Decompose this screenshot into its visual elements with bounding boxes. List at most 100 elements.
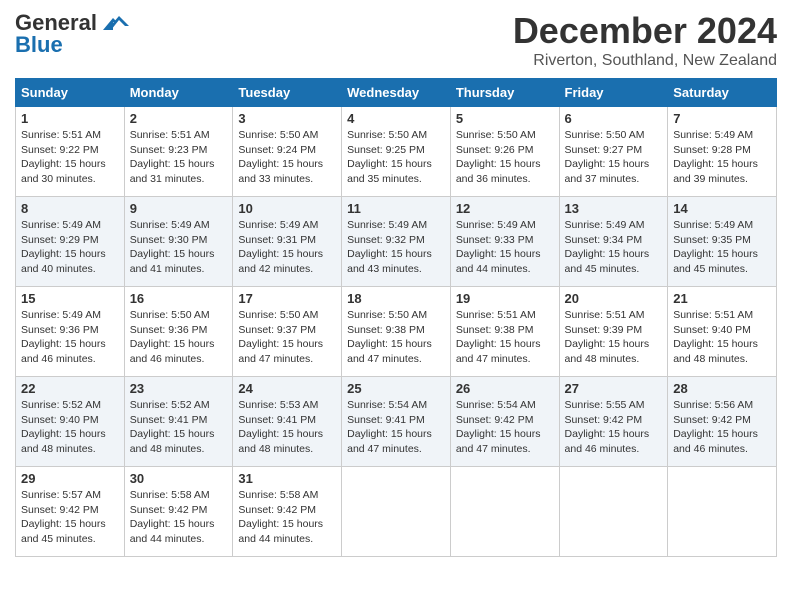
day-info: Sunrise: 5:52 AMSunset: 9:40 PMDaylight:… bbox=[21, 399, 106, 455]
day-info: Sunrise: 5:55 AMSunset: 9:42 PMDaylight:… bbox=[565, 399, 650, 455]
day-cell: 5 Sunrise: 5:50 AMSunset: 9:26 PMDaylight… bbox=[450, 107, 559, 197]
day-number: 11 bbox=[347, 201, 445, 216]
day-number: 28 bbox=[673, 381, 771, 396]
day-number: 20 bbox=[565, 291, 663, 306]
day-number: 14 bbox=[673, 201, 771, 216]
day-info: Sunrise: 5:51 AMSunset: 9:40 PMDaylight:… bbox=[673, 309, 758, 365]
header-cell-monday: Monday bbox=[124, 79, 233, 107]
day-cell: 24Sunrise: 5:53 AMSunset: 9:41 PMDayligh… bbox=[233, 377, 342, 467]
day-number: 27 bbox=[565, 381, 663, 396]
day-info: Sunrise: 5:50 AMSunset: 9:24 PMDaylight:… bbox=[238, 129, 323, 185]
day-cell: 29 Sunrise: 5:57 AMSunset: 9:42 PMDayligh… bbox=[16, 467, 125, 557]
day-cell: 16Sunrise: 5:50 AMSunset: 9:36 PMDayligh… bbox=[124, 287, 233, 377]
day-number: 26 bbox=[456, 381, 554, 396]
day-cell: 31 Sunrise: 5:58 AMSunset: 9:42 PMDayligh… bbox=[233, 467, 342, 557]
day-number: 12 bbox=[456, 201, 554, 216]
day-info: Sunrise: 5:52 AMSunset: 9:41 PMDaylight:… bbox=[130, 399, 215, 455]
day-cell: 27 Sunrise: 5:55 AMSunset: 9:42 PMDayligh… bbox=[559, 377, 668, 467]
day-cell: 21 Sunrise: 5:51 AMSunset: 9:40 PMDayligh… bbox=[668, 287, 777, 377]
day-cell: 18 Sunrise: 5:50 AMSunset: 9:38 PMDayligh… bbox=[342, 287, 451, 377]
day-number: 16 bbox=[130, 291, 228, 306]
calendar-table: SundayMondayTuesdayWednesdayThursdayFrid… bbox=[15, 78, 777, 557]
day-number: 29 bbox=[21, 471, 119, 486]
header-cell-friday: Friday bbox=[559, 79, 668, 107]
day-cell: 17Sunrise: 5:50 AMSunset: 9:37 PMDayligh… bbox=[233, 287, 342, 377]
day-info: Sunrise: 5:50 AMSunset: 9:25 PMDaylight:… bbox=[347, 129, 432, 185]
day-info: Sunrise: 5:51 AMSunset: 9:38 PMDaylight:… bbox=[456, 309, 541, 365]
day-info: Sunrise: 5:51 AMSunset: 9:39 PMDaylight:… bbox=[565, 309, 650, 365]
week-row-1: 1Sunrise: 5:51 AMSunset: 9:22 PMDaylight… bbox=[16, 107, 777, 197]
day-number: 18 bbox=[347, 291, 445, 306]
day-cell: 19 Sunrise: 5:51 AMSunset: 9:38 PMDayligh… bbox=[450, 287, 559, 377]
day-number: 8 bbox=[21, 201, 119, 216]
day-number: 24 bbox=[238, 381, 336, 396]
header-cell-saturday: Saturday bbox=[668, 79, 777, 107]
day-info: Sunrise: 5:57 AMSunset: 9:42 PMDaylight:… bbox=[21, 489, 106, 545]
day-number: 19 bbox=[456, 291, 554, 306]
day-number: 23 bbox=[130, 381, 228, 396]
week-row-4: 22 Sunrise: 5:52 AMSunset: 9:40 PMDayligh… bbox=[16, 377, 777, 467]
day-cell: 26 Sunrise: 5:54 AMSunset: 9:42 PMDayligh… bbox=[450, 377, 559, 467]
day-info: Sunrise: 5:51 AMSunset: 9:23 PMDaylight:… bbox=[130, 129, 215, 185]
day-info: Sunrise: 5:49 AMSunset: 9:32 PMDaylight:… bbox=[347, 219, 432, 275]
title-area: December 2024 Riverton, Southland, New Z… bbox=[513, 10, 777, 70]
day-cell bbox=[450, 467, 559, 557]
day-info: Sunrise: 5:50 AMSunset: 9:26 PMDaylight:… bbox=[456, 129, 541, 185]
calendar-header: SundayMondayTuesdayWednesdayThursdayFrid… bbox=[16, 79, 777, 107]
day-info: Sunrise: 5:58 AMSunset: 9:42 PMDaylight:… bbox=[130, 489, 215, 545]
day-info: Sunrise: 5:51 AMSunset: 9:22 PMDaylight:… bbox=[21, 129, 106, 185]
day-info: Sunrise: 5:49 AMSunset: 9:35 PMDaylight:… bbox=[673, 219, 758, 275]
day-cell: 22 Sunrise: 5:52 AMSunset: 9:40 PMDayligh… bbox=[16, 377, 125, 467]
day-info: Sunrise: 5:50 AMSunset: 9:38 PMDaylight:… bbox=[347, 309, 432, 365]
day-cell: 6 Sunrise: 5:50 AMSunset: 9:27 PMDaylight… bbox=[559, 107, 668, 197]
day-cell: 30 Sunrise: 5:58 AMSunset: 9:42 PMDayligh… bbox=[124, 467, 233, 557]
day-cell: 12 Sunrise: 5:49 AMSunset: 9:33 PMDayligh… bbox=[450, 197, 559, 287]
day-cell: 7Sunrise: 5:49 AMSunset: 9:28 PMDaylight… bbox=[668, 107, 777, 197]
day-number: 17 bbox=[238, 291, 336, 306]
day-info: Sunrise: 5:49 AMSunset: 9:33 PMDaylight:… bbox=[456, 219, 541, 275]
day-info: Sunrise: 5:49 AMSunset: 9:29 PMDaylight:… bbox=[21, 219, 106, 275]
day-number: 2 bbox=[130, 111, 228, 126]
day-info: Sunrise: 5:54 AMSunset: 9:41 PMDaylight:… bbox=[347, 399, 432, 455]
header-cell-tuesday: Tuesday bbox=[233, 79, 342, 107]
logo-text-blue: Blue bbox=[15, 32, 63, 58]
day-number: 5 bbox=[456, 111, 554, 126]
day-cell: 3 Sunrise: 5:50 AMSunset: 9:24 PMDaylight… bbox=[233, 107, 342, 197]
week-row-3: 15 Sunrise: 5:49 AMSunset: 9:36 PMDayligh… bbox=[16, 287, 777, 377]
calendar-body: 1Sunrise: 5:51 AMSunset: 9:22 PMDaylight… bbox=[16, 107, 777, 557]
day-info: Sunrise: 5:58 AMSunset: 9:42 PMDaylight:… bbox=[238, 489, 323, 545]
week-row-2: 8 Sunrise: 5:49 AMSunset: 9:29 PMDaylight… bbox=[16, 197, 777, 287]
day-cell: 4 Sunrise: 5:50 AMSunset: 9:25 PMDaylight… bbox=[342, 107, 451, 197]
day-number: 15 bbox=[21, 291, 119, 306]
day-cell: 2 Sunrise: 5:51 AMSunset: 9:23 PMDaylight… bbox=[124, 107, 233, 197]
day-info: Sunrise: 5:54 AMSunset: 9:42 PMDaylight:… bbox=[456, 399, 541, 455]
week-row-5: 29 Sunrise: 5:57 AMSunset: 9:42 PMDayligh… bbox=[16, 467, 777, 557]
day-number: 3 bbox=[238, 111, 336, 126]
day-cell: 1Sunrise: 5:51 AMSunset: 9:22 PMDaylight… bbox=[16, 107, 125, 197]
day-number: 9 bbox=[130, 201, 228, 216]
day-cell: 8 Sunrise: 5:49 AMSunset: 9:29 PMDaylight… bbox=[16, 197, 125, 287]
page-header: General Blue December 2024 Riverton, Sou… bbox=[15, 10, 777, 70]
logo: General Blue bbox=[15, 10, 131, 58]
day-number: 6 bbox=[565, 111, 663, 126]
day-number: 21 bbox=[673, 291, 771, 306]
header-cell-thursday: Thursday bbox=[450, 79, 559, 107]
day-number: 22 bbox=[21, 381, 119, 396]
day-cell bbox=[342, 467, 451, 557]
day-cell: 15 Sunrise: 5:49 AMSunset: 9:36 PMDayligh… bbox=[16, 287, 125, 377]
location-title: Riverton, Southland, New Zealand bbox=[513, 52, 777, 70]
day-number: 7 bbox=[673, 111, 771, 126]
day-info: Sunrise: 5:49 AMSunset: 9:36 PMDaylight:… bbox=[21, 309, 106, 365]
day-number: 30 bbox=[130, 471, 228, 486]
header-cell-sunday: Sunday bbox=[16, 79, 125, 107]
day-number: 31 bbox=[238, 471, 336, 486]
day-cell: 10Sunrise: 5:49 AMSunset: 9:31 PMDayligh… bbox=[233, 197, 342, 287]
month-title: December 2024 bbox=[513, 10, 777, 52]
day-number: 4 bbox=[347, 111, 445, 126]
day-cell: 9Sunrise: 5:49 AMSunset: 9:30 PMDaylight… bbox=[124, 197, 233, 287]
day-info: Sunrise: 5:50 AMSunset: 9:27 PMDaylight:… bbox=[565, 129, 650, 185]
day-cell: 25Sunrise: 5:54 AMSunset: 9:41 PMDayligh… bbox=[342, 377, 451, 467]
logo-icon bbox=[99, 12, 131, 34]
day-cell: 14 Sunrise: 5:49 AMSunset: 9:35 PMDayligh… bbox=[668, 197, 777, 287]
day-cell bbox=[668, 467, 777, 557]
